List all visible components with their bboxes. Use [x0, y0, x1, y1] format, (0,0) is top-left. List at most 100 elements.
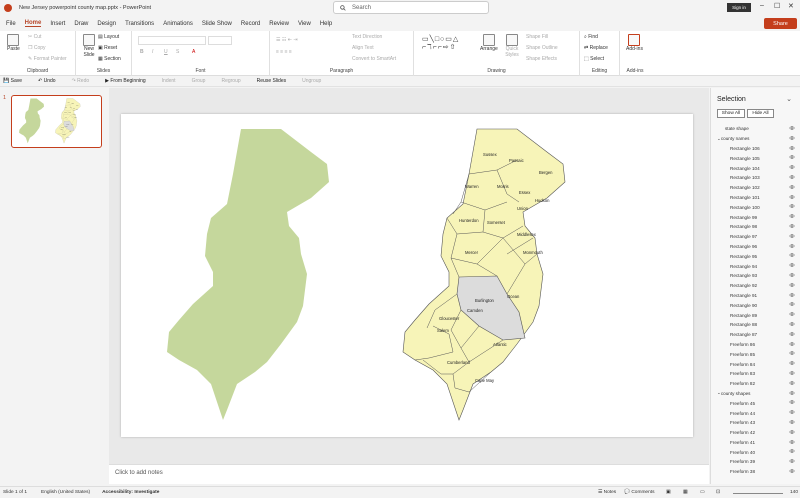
county-label[interactable]: Sussex: [483, 152, 498, 157]
slide-canvas[interactable]: Sussex Passaic Bergen Warren Morris Essex Huds…: [121, 114, 693, 437]
comments-button[interactable]: 💬 Comments: [624, 490, 655, 495]
underline-icon[interactable]: U: [164, 49, 168, 55]
addins-button[interactable]: Add-ins: [626, 34, 643, 52]
selection-item[interactable]: Rectangle 89: [711, 310, 800, 320]
new-slide-button[interactable]: New Slide: [80, 34, 98, 58]
county-label[interactable]: Hudson: [535, 198, 550, 203]
slideshow-icon[interactable]: ⊡: [716, 490, 720, 495]
tab-animations[interactable]: Animations: [163, 21, 193, 27]
normal-view-icon[interactable]: ▣: [666, 490, 671, 495]
font-size-select[interactable]: [208, 36, 232, 45]
selection-item[interactable]: Rectangle 93: [711, 271, 800, 281]
selection-item[interactable]: Freeform 43: [711, 418, 800, 428]
minimize-icon[interactable]: –: [760, 2, 764, 9]
county-label[interactable]: Middlesex: [517, 232, 537, 237]
county-label[interactable]: Gloucester: [439, 316, 460, 321]
eye-icon[interactable]: [789, 283, 795, 288]
eye-icon[interactable]: [789, 420, 795, 425]
selection-item[interactable]: Rectangle 87: [711, 330, 800, 340]
eye-icon[interactable]: [789, 126, 795, 131]
selection-item[interactable]: Freeform 44: [711, 408, 800, 418]
tab-draw[interactable]: Draw: [74, 21, 88, 27]
slide-sorter-icon[interactable]: ▦: [683, 490, 688, 495]
copy-button[interactable]: ❐ Copy: [28, 45, 46, 51]
eye-icon[interactable]: [789, 341, 795, 347]
eye-icon[interactable]: [789, 459, 795, 464]
zoom-level[interactable]: 140: [790, 490, 798, 495]
tab-transitions[interactable]: Transitions: [125, 21, 154, 27]
bullets-icon[interactable]: ☰ ☷ ⇤ ⇥: [276, 37, 298, 43]
align-icon[interactable]: ≡ ≡ ≡ ≡: [276, 49, 292, 55]
county-label[interactable]: Atlantic: [493, 342, 507, 347]
shapes-gallery[interactable]: ▭╲□○▭△ ⌐ℸ⌐⌐⇨⇧: [422, 35, 459, 51]
eye-icon[interactable]: [789, 263, 795, 268]
save-button[interactable]: 💾 Save: [3, 78, 30, 84]
replace-button[interactable]: ⇄ Replace: [584, 45, 608, 51]
eye-icon[interactable]: [789, 224, 795, 229]
close-icon[interactable]: ✕: [788, 2, 794, 10]
selection-item[interactable]: Freeform 84: [711, 359, 800, 369]
selection-item[interactable]: Freeform 86: [711, 340, 800, 350]
eye-icon[interactable]: [789, 390, 795, 396]
eye-icon[interactable]: [789, 400, 795, 405]
reading-view-icon[interactable]: ▭: [700, 490, 705, 495]
selection-item[interactable]: Rectangle 106: [711, 144, 800, 154]
chevron-down-icon[interactable]: ⌄: [786, 95, 792, 103]
arrange-button[interactable]: Arrange: [480, 34, 498, 52]
share-button[interactable]: Share: [764, 18, 797, 29]
selection-group[interactable]: ⌄ county names: [711, 134, 800, 144]
section-button[interactable]: ▦ Section: [98, 56, 121, 62]
county-label[interactable]: Hunterdon: [459, 218, 479, 223]
eye-icon[interactable]: [789, 185, 795, 190]
hide-all-button[interactable]: Hide All: [747, 109, 774, 118]
eye-icon[interactable]: [789, 234, 795, 239]
format-painter-button[interactable]: ✎ Format Painter: [28, 56, 67, 62]
find-button[interactable]: ⌕ Find: [584, 34, 598, 40]
shape-outline-button[interactable]: Shape Outline: [526, 45, 558, 51]
cut-button[interactable]: ✂ Cut: [28, 34, 41, 40]
ungroup-button[interactable]: Ungroup: [302, 78, 329, 84]
eye-icon[interactable]: [789, 380, 795, 386]
layout-button[interactable]: ▤ Layout: [98, 34, 119, 40]
zoom-slider[interactable]: [733, 493, 783, 494]
county-label[interactable]: Camden: [467, 308, 483, 313]
notes-pane[interactable]: Click to add notes: [109, 464, 709, 484]
eye-icon[interactable]: [789, 273, 795, 278]
selection-item[interactable]: Rectangle 88: [711, 320, 800, 330]
selection-item[interactable]: Rectangle 95: [711, 251, 800, 261]
county-label[interactable]: Burlington: [475, 298, 495, 303]
eye-icon[interactable]: [789, 371, 795, 376]
county-label[interactable]: Morris: [497, 184, 509, 189]
selection-group[interactable]: ⌄ county shapes: [711, 389, 800, 399]
eye-icon[interactable]: [789, 204, 795, 209]
selection-item[interactable]: Rectangle 104: [711, 163, 800, 173]
eye-icon[interactable]: [789, 469, 795, 474]
selection-item[interactable]: Rectangle 99: [711, 212, 800, 222]
shape-fill-button[interactable]: Shape Fill: [526, 34, 548, 40]
accessibility-indicator[interactable]: Accessibility: Investigate: [102, 490, 159, 495]
county-label[interactable]: Cumberland: [447, 360, 470, 365]
eye-icon[interactable]: [789, 214, 795, 219]
selection-item[interactable]: Freeform 42: [711, 428, 800, 438]
quick-styles-button[interactable]: Quick Styles: [502, 34, 522, 58]
tab-home[interactable]: Home: [24, 20, 42, 27]
sign-in-button[interactable]: Sign in: [727, 3, 751, 12]
reuse-slides-button[interactable]: Reuse Slides: [257, 78, 294, 84]
county-label[interactable]: Ocean: [507, 294, 520, 299]
eye-icon[interactable]: [789, 439, 795, 445]
eye-icon[interactable]: [789, 312, 795, 317]
eye-icon[interactable]: [789, 361, 795, 366]
county-label[interactable]: Bergen: [539, 170, 553, 175]
tab-design[interactable]: Design: [97, 21, 116, 27]
selection-item[interactable]: Rectangle 105: [711, 153, 800, 163]
tab-view[interactable]: View: [298, 21, 311, 27]
eye-icon[interactable]: [789, 292, 795, 298]
selection-item[interactable]: Rectangle 98: [711, 222, 800, 232]
selection-item[interactable]: state shape: [711, 124, 800, 134]
eye-icon[interactable]: [789, 331, 795, 337]
eye-icon[interactable]: [789, 322, 795, 327]
eye-icon[interactable]: [789, 145, 795, 151]
tab-help[interactable]: Help: [320, 21, 332, 27]
italic-icon[interactable]: I: [152, 49, 153, 55]
eye-icon[interactable]: [789, 351, 795, 356]
